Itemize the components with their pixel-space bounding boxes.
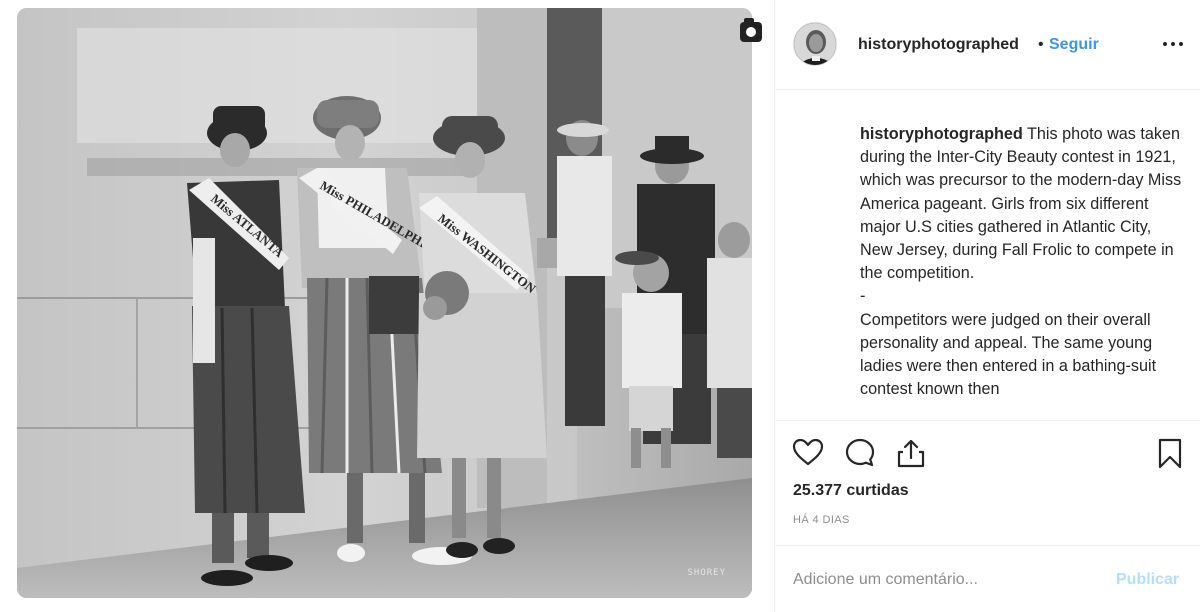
post-timestamp[interactable]: HÁ 4 DIAS	[793, 514, 850, 526]
photo-credit-text: SHOREY	[687, 568, 726, 578]
vintage-photo-image: Miss ATLANTA Miss PHILADELPHIA Miss WASH…	[17, 8, 752, 598]
heart-icon[interactable]	[791, 436, 825, 470]
caption-text: historyphotographed This photo was taken…	[860, 123, 1182, 401]
comment-icon[interactable]	[843, 436, 877, 470]
username-link[interactable]: historyphotographed	[858, 36, 1019, 54]
comment-input[interactable]	[793, 566, 1093, 594]
avatar[interactable]	[793, 22, 837, 66]
photo-area: Miss ATLANTA Miss PHILADELPHIA Miss WASH…	[0, 0, 775, 612]
more-options-icon[interactable]	[1158, 32, 1188, 56]
post-side-panel: historyphotographed • Seguir historyphot…	[776, 0, 1200, 612]
avatar-portrait-icon	[794, 23, 836, 65]
caption-area: historyphotographed This photo was taken…	[776, 91, 1200, 421]
publish-button[interactable]: Publicar	[1116, 571, 1179, 589]
caption-body: This photo was taken during the Inter-Ci…	[860, 125, 1182, 399]
caption-username-link[interactable]: historyphotographed	[860, 125, 1023, 143]
action-bar	[776, 422, 1200, 482]
post-header: historyphotographed • Seguir	[776, 0, 1200, 90]
follow-button[interactable]: Seguir	[1049, 36, 1099, 54]
instagram-post-view: Miss ATLANTA Miss PHILADELPHIA Miss WASH…	[0, 0, 1200, 612]
post-photo[interactable]: Miss ATLANTA Miss PHILADELPHIA Miss WASH…	[17, 8, 752, 598]
separator-dot: •	[1038, 36, 1044, 53]
bookmark-icon[interactable]	[1153, 436, 1187, 470]
likes-count[interactable]: 25.377 curtidas	[793, 482, 909, 500]
camera-tag-icon[interactable]	[738, 14, 768, 48]
comment-bar: Publicar	[776, 545, 1200, 612]
share-icon[interactable]	[894, 436, 928, 470]
